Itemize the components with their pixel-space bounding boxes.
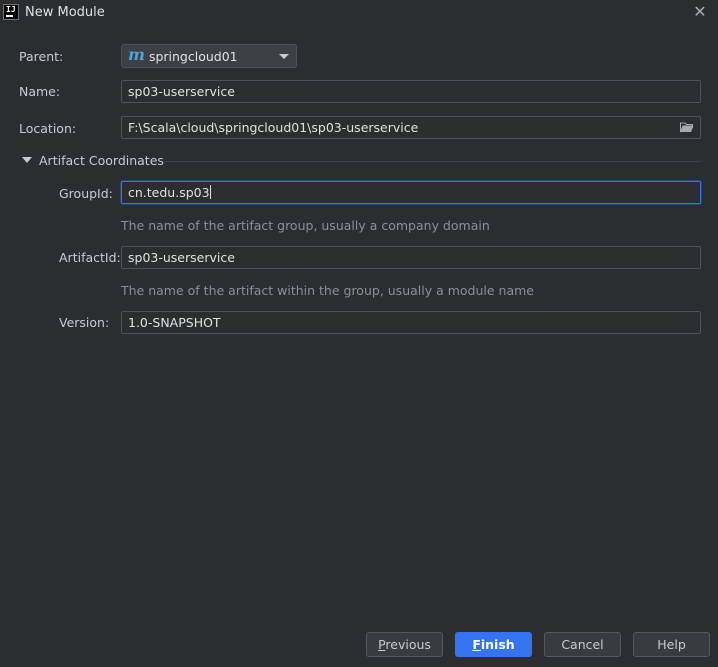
- finish-button[interactable]: Finish: [455, 632, 532, 657]
- previous-label-rest: revious: [385, 637, 431, 652]
- title-bar: IJ New Module ✕: [0, 0, 718, 27]
- close-icon[interactable]: ✕: [692, 4, 708, 20]
- previous-button[interactable]: Previous: [366, 632, 443, 657]
- artifactid-label: ArtifactId:: [59, 250, 121, 265]
- parent-combobox[interactable]: m springcloud01: [121, 44, 297, 68]
- name-input[interactable]: sp03-userservice: [121, 80, 701, 103]
- parent-value: springcloud01: [148, 48, 238, 64]
- artifactid-value: sp03-userservice: [128, 250, 235, 265]
- app-icon-text: IJ: [6, 5, 16, 14]
- window-title: New Module: [25, 5, 105, 20]
- version-input[interactable]: 1.0-SNAPSHOT: [121, 311, 701, 334]
- groupid-value: cn.tedu.sp03: [128, 185, 210, 200]
- folder-icon[interactable]: [680, 122, 694, 133]
- chevron-down-icon: [279, 54, 289, 59]
- artifactid-hint: The name of the artifact within the grou…: [121, 283, 534, 298]
- version-value: 1.0-SNAPSHOT: [128, 315, 221, 330]
- cancel-button[interactable]: Cancel: [544, 632, 621, 657]
- groupid-hint: The name of the artifact group, usually …: [121, 218, 490, 233]
- section-divider: [164, 161, 701, 162]
- artifactid-input[interactable]: sp03-userservice: [121, 246, 701, 269]
- parent-label: Parent:: [19, 49, 64, 64]
- collapse-arrow-icon[interactable]: [22, 157, 32, 163]
- groupid-input[interactable]: cn.tedu.sp03: [121, 181, 701, 204]
- text-caret: [209, 185, 211, 199]
- intellij-app-icon: IJ: [3, 4, 19, 20]
- location-label: Location:: [19, 121, 77, 136]
- maven-icon: m: [128, 45, 145, 64]
- groupid-label: GroupId:: [59, 186, 113, 201]
- help-button[interactable]: Help: [633, 632, 710, 657]
- app-icon-bar: [6, 15, 13, 17]
- section-title-artifact-coordinates[interactable]: Artifact Coordinates: [39, 153, 164, 168]
- version-label: Version:: [59, 315, 110, 330]
- finish-label-rest: inish: [480, 637, 515, 652]
- location-input[interactable]: F:\Scala\cloud\springcloud01\sp03-userse…: [121, 116, 701, 139]
- name-value: sp03-userservice: [128, 84, 235, 99]
- finish-mnemonic: F: [472, 637, 481, 652]
- location-value: F:\Scala\cloud\springcloud01\sp03-userse…: [128, 120, 419, 135]
- name-label: Name:: [19, 84, 61, 99]
